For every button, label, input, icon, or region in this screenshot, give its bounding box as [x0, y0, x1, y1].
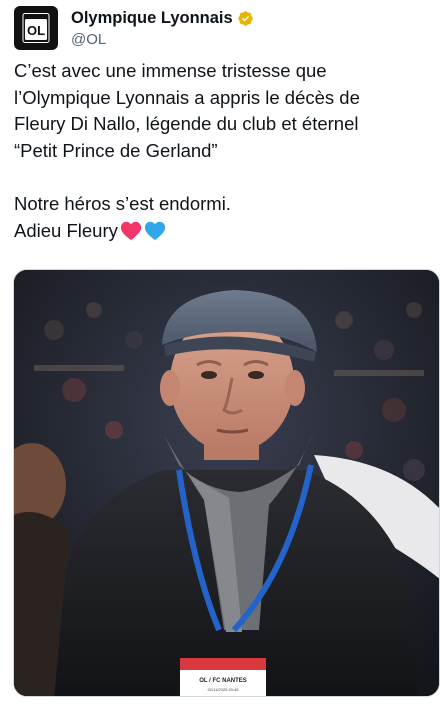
- display-name[interactable]: Olympique Lyonnais: [71, 9, 233, 28]
- tweet-photo[interactable]: OL / FC NANTES 02/11/2025 20:45: [13, 269, 440, 697]
- tweet-text-line-5: Notre héros s’est endormi.: [14, 193, 231, 214]
- svg-text:OL: OL: [27, 23, 45, 38]
- tweet-text: C’est avec une immense tristesse que l’O…: [14, 58, 434, 248]
- photo-illustration: OL / FC NANTES 02/11/2025 20:45: [14, 270, 439, 696]
- badge-text: OL / FC NANTES: [199, 678, 247, 684]
- tweet-text-line-6: Adieu Fleury: [14, 218, 434, 249]
- account-names: Olympique Lyonnais @OL: [71, 8, 254, 48]
- avatar[interactable]: OL: [14, 6, 58, 50]
- tweet-text-line-1: C’est avec une immense tristesse que: [14, 60, 327, 81]
- verified-badge-icon[interactable]: [237, 10, 254, 27]
- farewell-text: Adieu Fleury: [14, 219, 118, 241]
- red-heart-icon: [120, 220, 142, 249]
- tweet-header: OL Olympique Lyonnais @OL: [14, 5, 254, 51]
- badge-subtext: 02/11/2025 20:45: [208, 687, 240, 692]
- blue-heart-icon: [144, 220, 166, 249]
- tweet: OL Olympique Lyonnais @OL C’est avec une…: [0, 0, 440, 705]
- ol-logo-icon: OL: [22, 13, 50, 43]
- name-row: Olympique Lyonnais: [71, 8, 254, 28]
- tweet-text-line-3: Fleury Di Nallo, légende du club et éter…: [14, 113, 359, 134]
- handle[interactable]: @OL: [71, 31, 254, 48]
- tweet-text-line-4: “Petit Prince de Gerland”: [14, 139, 218, 161]
- tweet-text-line-2: l’Olympique Lyonnais a appris le décès d…: [14, 86, 360, 108]
